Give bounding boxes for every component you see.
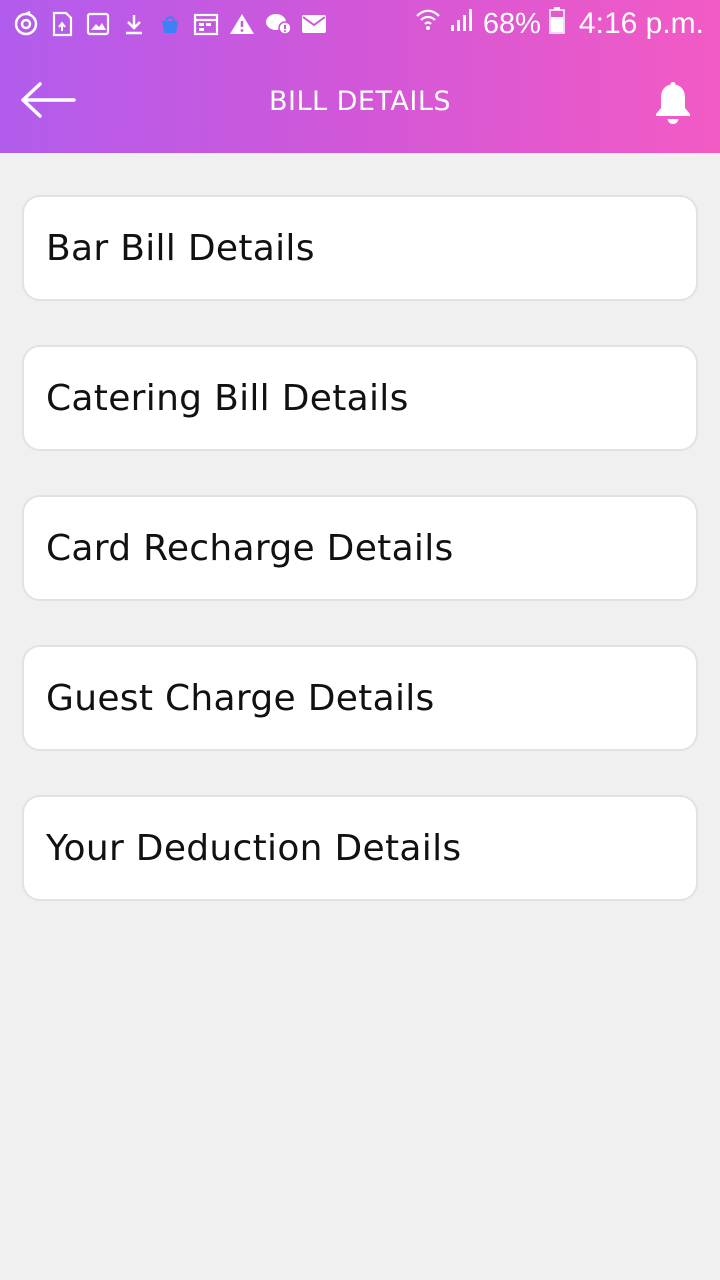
menu-item-card-recharge[interactable]: Card Recharge Details [22,495,698,601]
battery-icon [549,6,565,42]
status-time: 4:16 p.m. [578,7,704,40]
bill-details-list: Bar Bill Details Catering Bill Details C… [22,195,698,945]
bag-icon [156,10,184,38]
sim-update-icon [48,10,76,38]
toolbar: BILL DETAILS [0,50,720,153]
app-header: 68% 4:16 p.m. BILL DETAILS [0,0,720,153]
status-icons-left [12,10,328,38]
calendar-icon [192,10,220,38]
battery-percent: 68% [482,7,541,40]
mail-icon [300,10,328,38]
sync-icon [12,10,40,38]
download-icon [120,10,148,38]
menu-item-label: Catering Bill Details [46,377,409,419]
menu-item-your-deduction[interactable]: Your Deduction Details [22,795,698,901]
signal-icon [449,7,475,41]
chat-alert-icon [264,10,292,38]
page-title: BILL DETAILS [268,86,451,117]
menu-item-catering-bill[interactable]: Catering Bill Details [22,345,698,451]
menu-item-guest-charge[interactable]: Guest Charge Details [22,645,698,751]
notification-button[interactable] [648,74,698,130]
warning-icon [228,10,256,38]
menu-item-label: Your Deduction Details [46,827,462,869]
bell-icon [656,82,690,124]
menu-item-label: Guest Charge Details [46,677,435,719]
back-button[interactable] [14,72,82,128]
arrow-left-icon [21,82,76,118]
menu-item-label: Bar Bill Details [46,227,315,269]
menu-item-label: Card Recharge Details [46,527,454,569]
status-icons-right: 68% 4:16 p.m. [415,6,704,42]
gallery-icon [84,10,112,38]
menu-item-bar-bill[interactable]: Bar Bill Details [22,195,698,301]
wifi-icon [415,7,441,41]
status-bar: 68% 4:16 p.m. [0,0,720,50]
